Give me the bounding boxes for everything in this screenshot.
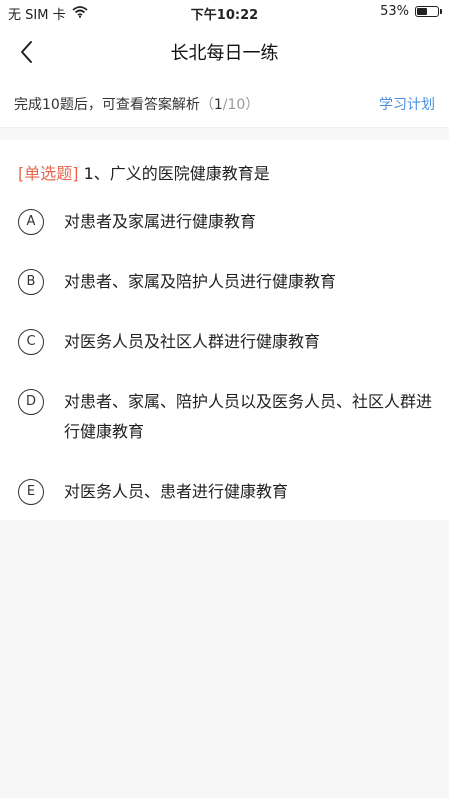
battery-icon bbox=[415, 6, 442, 17]
option-e[interactable]: E 对医务人员、患者进行健康教育 bbox=[0, 472, 449, 512]
option-a-text: 对患者及家属进行健康教育 bbox=[64, 212, 257, 231]
battery-fill bbox=[417, 8, 427, 15]
option-e-letter: E bbox=[18, 479, 44, 505]
progress-hint: 完成10题后，可查看答案解析（1/10） bbox=[14, 94, 259, 114]
progress-current: 1 bbox=[213, 97, 223, 113]
nav-bar: 长北每日一练 bbox=[0, 24, 449, 80]
option-a-letter: A bbox=[18, 209, 44, 235]
option-b-text: 对患者、家属及陪护人员进行健康教育 bbox=[64, 272, 337, 291]
status-bar: 无 SIM 卡 下午10:22 53% bbox=[0, 0, 449, 24]
study-plan-link[interactable]: 学习计划 bbox=[379, 94, 435, 114]
option-a[interactable]: A 对患者及家属进行健康教育 bbox=[0, 202, 449, 242]
option-d[interactable]: D 对患者、家属、陪护人员以及医务人员、社区人群进行健康教育 bbox=[0, 382, 449, 452]
question-text: [单选题] 1、广义的医院健康教育是 bbox=[18, 160, 270, 184]
question-card: [单选题] 1、广义的医院健康教育是 A 对患者及家属进行健康教育 B 对患者、… bbox=[0, 140, 449, 520]
battery-percent: 53% bbox=[380, 4, 409, 19]
question-stem: 1、广义的医院健康教育是 bbox=[78, 164, 270, 183]
option-c[interactable]: C 对医务人员及社区人群进行健康教育 bbox=[0, 322, 449, 362]
progress-hint-text: 完成10题后，可查看答案解析 bbox=[14, 97, 200, 113]
option-d-letter: D bbox=[18, 389, 44, 415]
progress-total: /10） bbox=[222, 97, 260, 113]
option-d-text: 对患者、家属、陪护人员以及医务人员、社区人群进行健康教育 bbox=[64, 392, 433, 441]
option-c-letter: C bbox=[18, 329, 44, 355]
status-right: 53% bbox=[380, 4, 442, 19]
option-e-text: 对医务人员、患者进行健康教育 bbox=[64, 482, 289, 501]
page-title: 长北每日一练 bbox=[170, 43, 279, 64]
progress-count: （1/10） bbox=[200, 97, 259, 113]
option-b-letter: B bbox=[18, 269, 44, 295]
option-b[interactable]: B 对患者、家属及陪护人员进行健康教育 bbox=[0, 262, 449, 302]
option-c-text: 对医务人员及社区人群进行健康教育 bbox=[64, 332, 321, 351]
progress-row: 完成10题后，可查看答案解析（1/10） 学习计划 bbox=[0, 80, 449, 128]
question-type-label: [单选题] bbox=[18, 164, 79, 183]
progress-open: （ bbox=[199, 97, 214, 113]
